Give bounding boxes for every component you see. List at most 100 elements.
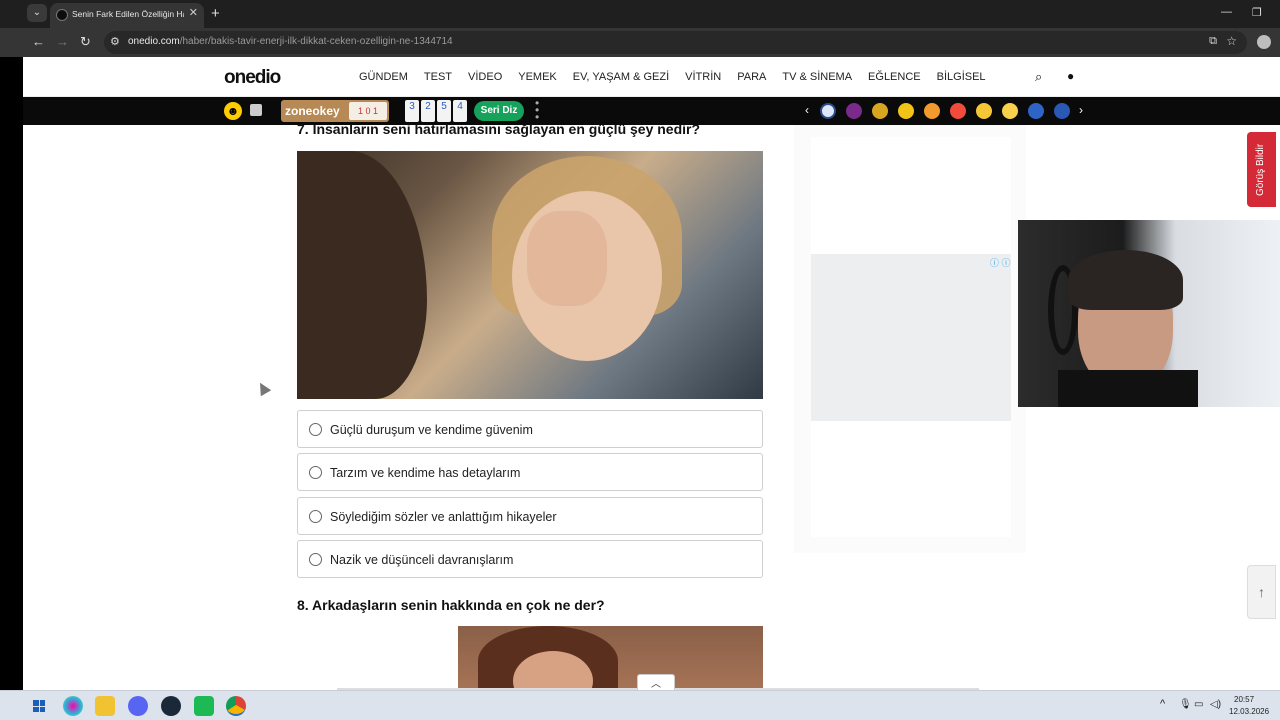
windows-start-icon[interactable] [33, 700, 45, 712]
option-label: Söylediğim sözler ve anlattığım hikayele… [330, 510, 557, 524]
gamepad-game-icon[interactable] [898, 103, 914, 119]
webcam-overlay [1018, 220, 1280, 407]
file-explorer-icon[interactable] [95, 696, 115, 716]
steam-app-icon[interactable] [161, 696, 181, 716]
clock-time[interactable]: 20:57 [1234, 695, 1254, 704]
tab-title: Senin Fark Edilen Özelliğin Han [72, 9, 184, 19]
clock-date[interactable]: 12.03.2026 [1229, 707, 1269, 716]
url-text[interactable]: onedio.com/haber/bakis-tavir-enerji-ilk-… [128, 36, 453, 47]
minimize-icon[interactable]: — [1221, 6, 1232, 18]
zoneokey-brand: zoneokey [285, 104, 340, 118]
nav-item-para[interactable]: PARA [737, 71, 766, 83]
url-path: /haber/bakis-tavir-enerji-ilk-dikkat-cek… [179, 36, 453, 47]
discord-app-icon[interactable] [128, 696, 148, 716]
heart-eyes-emoji-icon[interactable] [950, 103, 966, 119]
browser-tab[interactable]: Senin Fark Edilen Özelliğin Han ✕ [50, 3, 204, 28]
site-info-icon[interactable]: ⚙ [110, 35, 120, 48]
address-bar[interactable]: ⚙ onedio.com/haber/bakis-tavir-enerji-il… [104, 31, 1247, 54]
new-tab-plus-icon[interactable]: + [211, 5, 220, 22]
site-header: onedio GÜNDEM TEST VİDEO YEMEK EV, YAŞAM… [23, 57, 1280, 97]
chevron-left-icon[interactable]: ‹ [805, 103, 809, 117]
chevron-up-icon[interactable]: ︿ [637, 674, 675, 690]
okey-tiles-icon: 1 0 1 [349, 102, 387, 120]
tile-2[interactable]: 2 [421, 100, 435, 122]
screen: ⌄ Senin Fark Edilen Özelliğin Han ✕ + — … [0, 0, 1280, 720]
forward-arrow-icon[interactable]: → [56, 34, 69, 49]
zoneokey-banner[interactable]: zoneokey 1 0 1 [281, 100, 389, 122]
search-icon[interactable]: ⌕ [1035, 69, 1042, 85]
chevron-right-icon[interactable]: › [1079, 103, 1083, 117]
taskbar: ^ 🎙 ▭ ◁) 20:57 12.03.2026 [0, 690, 1280, 720]
network-icon[interactable]: ▭ [1194, 699, 1203, 710]
ad-choices-icon[interactable]: ⓘ ⓘ [990, 256, 1011, 269]
ad-placeholder[interactable] [811, 254, 1011, 421]
reload-icon[interactable]: ↻ [80, 34, 91, 50]
nav-item-eglence[interactable]: EĞLENCE [868, 71, 921, 83]
user-icon[interactable]: ● [1067, 69, 1074, 83]
orange-game-icon[interactable] [924, 103, 940, 119]
q7-option-2[interactable]: Tarzım ve kendime has detaylarım [297, 453, 763, 491]
blue-game-icon-2[interactable] [1054, 103, 1070, 119]
seri-diz-button[interactable]: Seri Diz [474, 101, 524, 121]
onedio-logo[interactable]: onedio [224, 67, 281, 89]
q7-option-1[interactable]: Güçlü duruşum ve kendime güvenim [297, 410, 763, 448]
sad-emoji-icon[interactable] [976, 103, 992, 119]
feedback-tab[interactable]: Görüş Bildir [1247, 132, 1276, 207]
radio-icon[interactable] [309, 423, 322, 436]
q7-option-4[interactable]: Nazik ve düşünceli davranışlarım [297, 540, 763, 578]
tab-close-icon[interactable]: ✕ [189, 6, 198, 19]
option-label: Nazik ve düşünceli davranışlarım [330, 553, 514, 567]
tile-4[interactable]: 4 [453, 100, 467, 122]
radio-icon[interactable] [309, 510, 322, 523]
game-card-icon[interactable] [250, 104, 262, 116]
mouse-cursor-icon [254, 379, 272, 397]
nav-item-ev-yasam-gezi[interactable]: EV, YAŞAM & GEZİ [573, 71, 669, 83]
question-7-image [297, 151, 763, 399]
nav-item-video[interactable]: VİDEO [468, 71, 502, 83]
copilot-app-icon[interactable] [63, 696, 83, 716]
onedio-favicon-icon [56, 9, 68, 21]
browser-titlebar: ⌄ Senin Fark Edilen Özelliğin Han ✕ + — … [0, 0, 1280, 28]
chrome-app-icon[interactable] [226, 696, 246, 716]
tile-3[interactable]: 5 [437, 100, 451, 122]
scroll-to-top-arrow-icon[interactable]: ↑ [1247, 565, 1276, 619]
url-host: onedio.com [128, 36, 180, 47]
install-app-icon[interactable]: ⧉ [1209, 35, 1217, 48]
tab-search-button[interactable]: ⌄ [27, 4, 47, 22]
image-hair-shape [297, 151, 427, 399]
question-8-title: 8. Arkadaşların senin hakkında en çok ne… [297, 597, 605, 613]
question-8-image [458, 626, 763, 690]
left-black-strip [0, 57, 23, 690]
crown-game-icon[interactable] [872, 103, 888, 119]
maximize-icon[interactable]: ❐ [1252, 6, 1262, 19]
question-7-title: 7. İnsanların seni hatırlamasını sağlaya… [297, 121, 701, 137]
nav-item-yemek[interactable]: YEMEK [518, 71, 557, 83]
radio-icon[interactable] [309, 466, 322, 479]
nav-item-vitrin[interactable]: VİTRİN [685, 71, 721, 83]
main-nav: GÜNDEM TEST VİDEO YEMEK EV, YAŞAM & GEZİ… [359, 71, 986, 83]
q7-option-3[interactable]: Söylediğim sözler ve anlattığım hikayele… [297, 497, 763, 535]
radio-icon[interactable] [309, 553, 322, 566]
green-app-icon[interactable] [194, 696, 214, 716]
browser-toolbar: ← → ↻ ⚙ onedio.com/haber/bakis-tavir-ene… [0, 28, 1280, 57]
nav-item-bilgisel[interactable]: BİLGİSEL [937, 71, 986, 83]
bookmark-star-icon[interactable]: ☆ [1226, 34, 1237, 48]
snowflake-game-icon[interactable] [820, 103, 836, 119]
game-smile-icon[interactable]: ☻ [224, 102, 242, 120]
profile-avatar-icon[interactable] [1257, 35, 1271, 49]
nav-item-test[interactable]: TEST [424, 71, 452, 83]
tile-1[interactable]: 3 [405, 100, 419, 122]
nav-item-tv-sinema[interactable]: TV & SİNEMA [782, 71, 852, 83]
volume-icon[interactable]: ◁) [1210, 699, 1221, 710]
image-hand-shape [527, 211, 607, 306]
tray-chevron-up-icon[interactable]: ^ [1160, 698, 1165, 710]
more-vertical-icon[interactable]: • • • [535, 97, 539, 123]
nav-item-gundem[interactable]: GÜNDEM [359, 71, 408, 83]
microphone-icon[interactable]: 🎙 [1179, 699, 1192, 710]
back-arrow-icon[interactable]: ← [32, 34, 45, 49]
puzzle-game-icon[interactable] [846, 103, 862, 119]
option-label: Güçlü duruşum ve kendime güvenim [330, 423, 533, 437]
web-page: onedio GÜNDEM TEST VİDEO YEMEK EV, YAŞAM… [23, 57, 1280, 690]
blue-game-icon-1[interactable] [1028, 103, 1044, 119]
grin-emoji-icon[interactable] [1002, 103, 1018, 119]
